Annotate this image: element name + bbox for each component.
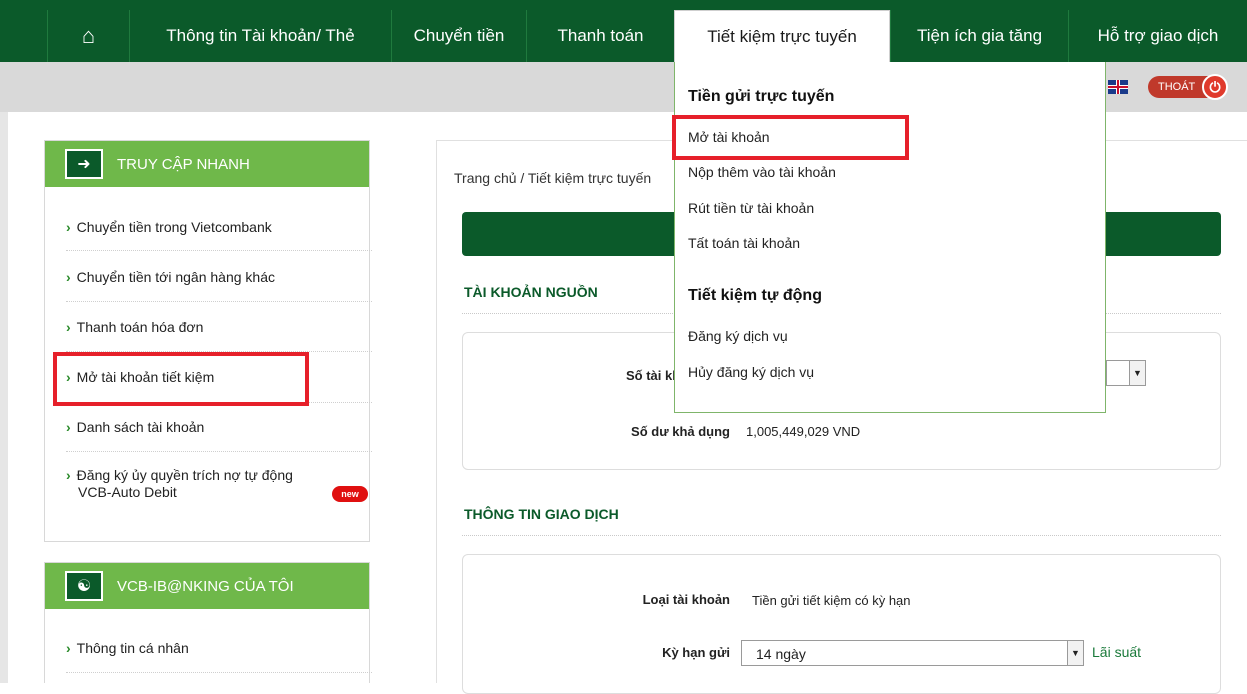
highlight-open-saving — [53, 352, 309, 406]
interest-rate-link[interactable]: Lãi suất — [1092, 644, 1141, 660]
nav-home[interactable]: ⌂ — [47, 10, 129, 62]
divider — [462, 535, 1221, 536]
account-type-label: Loại tài khoản — [642, 592, 730, 607]
sidebar-item-personal-info[interactable]: › Thông tin cá nhân — [66, 640, 189, 656]
nav-value-added[interactable]: Tiện ích gia tăng — [890, 10, 1068, 62]
source-account-title: TÀI KHOẢN NGUỒN — [464, 284, 598, 300]
chevron-right-icon: › — [66, 419, 71, 435]
login-arrow-icon: ➜ — [65, 149, 103, 179]
sidebar-item-bill-payment[interactable]: › Thanh toán hóa đơn — [66, 319, 203, 335]
balance-label: Số dư khả dụng — [631, 424, 730, 439]
quick-access-title: TRUY CẬP NHANH — [117, 155, 250, 173]
online-deposit-heading: Tiền gửi trực tuyến — [688, 88, 835, 105]
highlight-open-account — [672, 115, 909, 160]
nav-support[interactable]: Hỗ trợ giao dịch — [1068, 10, 1247, 62]
transaction-panel — [462, 554, 1221, 694]
divider — [66, 672, 372, 673]
menu-item-cancel-service[interactable]: Hủy đăng ký dịch vụ — [688, 364, 814, 380]
top-navigation: ⌂ Thông tin Tài khoản/ Thẻ Chuyển tiền T… — [0, 0, 1247, 63]
logout-label: THOÁT — [1158, 81, 1196, 93]
account-number-label: Số tài khoản — [626, 368, 678, 383]
chevron-down-icon: ▼ — [1067, 641, 1083, 665]
user-card-icon: ☯ — [65, 571, 103, 601]
divider — [66, 451, 372, 452]
menu-item-withdraw[interactable]: Rút tiền từ tài khoản — [688, 200, 814, 216]
nav-payment[interactable]: Thanh toán — [526, 10, 674, 62]
sidebar-item-transfer-internal[interactable]: › Chuyển tiền trong Vietcombank — [66, 219, 272, 235]
chevron-right-icon: › — [66, 319, 71, 335]
divider — [66, 301, 372, 302]
sidebar-item-transfer-external[interactable]: › Chuyển tiền tới ngân hàng khác — [66, 269, 275, 285]
account-number-select[interactable]: ▼ — [1106, 360, 1146, 386]
nav-transfer[interactable]: Chuyển tiền — [391, 10, 526, 62]
chevron-right-icon: › — [66, 219, 71, 235]
term-select[interactable]: 14 ngày ▼ — [741, 640, 1084, 666]
home-icon: ⌂ — [81, 23, 96, 48]
chevron-down-icon: ▼ — [1129, 361, 1145, 385]
menu-item-register-service[interactable]: Đăng ký dịch vụ — [688, 328, 788, 344]
uk-flag-icon[interactable] — [1108, 80, 1128, 94]
new-badge: new — [332, 486, 368, 502]
transaction-info-title: THÔNG TIN GIAO DỊCH — [464, 506, 619, 522]
balance-value: 1,005,449,029 VND — [746, 424, 861, 439]
sidebar-item-auto-debit[interactable]: › Đăng ký ủy quyền trích nợ tự động VCB-A… — [66, 467, 293, 501]
account-type-value: Tiền gửi tiết kiệm có kỳ hạn — [752, 593, 911, 608]
term-selected-value: 14 ngày — [756, 646, 806, 662]
divider — [66, 250, 372, 251]
page-left-border — [0, 112, 8, 683]
sidebar-item-account-list[interactable]: › Danh sách tài khoản — [66, 419, 204, 435]
auto-saving-heading: Tiết kiệm tự động — [688, 287, 822, 304]
nav-account-card[interactable]: Thông tin Tài khoản/ Thẻ — [129, 10, 391, 62]
my-banking-title: VCB-IB@NKING CỦA TÔI — [117, 577, 294, 595]
logout-button[interactable]: THOÁT ⏻ — [1148, 74, 1228, 100]
breadcrumb: Trang chủ / Tiết kiệm trực tuyến — [454, 170, 652, 186]
chevron-right-icon: › — [66, 640, 71, 656]
chevron-right-icon: › — [66, 269, 71, 285]
nav-online-saving[interactable]: Tiết kiệm trực tuyến — [674, 10, 890, 63]
my-banking-panel: ☯ VCB-IB@NKING CỦA TÔI — [44, 562, 370, 683]
quick-access-header: ➜ TRUY CẬP NHANH — [45, 141, 369, 187]
my-banking-header: ☯ VCB-IB@NKING CỦA TÔI — [45, 563, 369, 609]
power-icon: ⏻ — [1202, 74, 1228, 100]
term-label: Kỳ hạn gửi — [662, 645, 730, 660]
menu-item-deposit-more[interactable]: Nộp thêm vào tài khoản — [688, 164, 836, 180]
menu-item-close-account[interactable]: Tất toán tài khoản — [688, 235, 800, 251]
chevron-right-icon: › — [66, 467, 71, 483]
